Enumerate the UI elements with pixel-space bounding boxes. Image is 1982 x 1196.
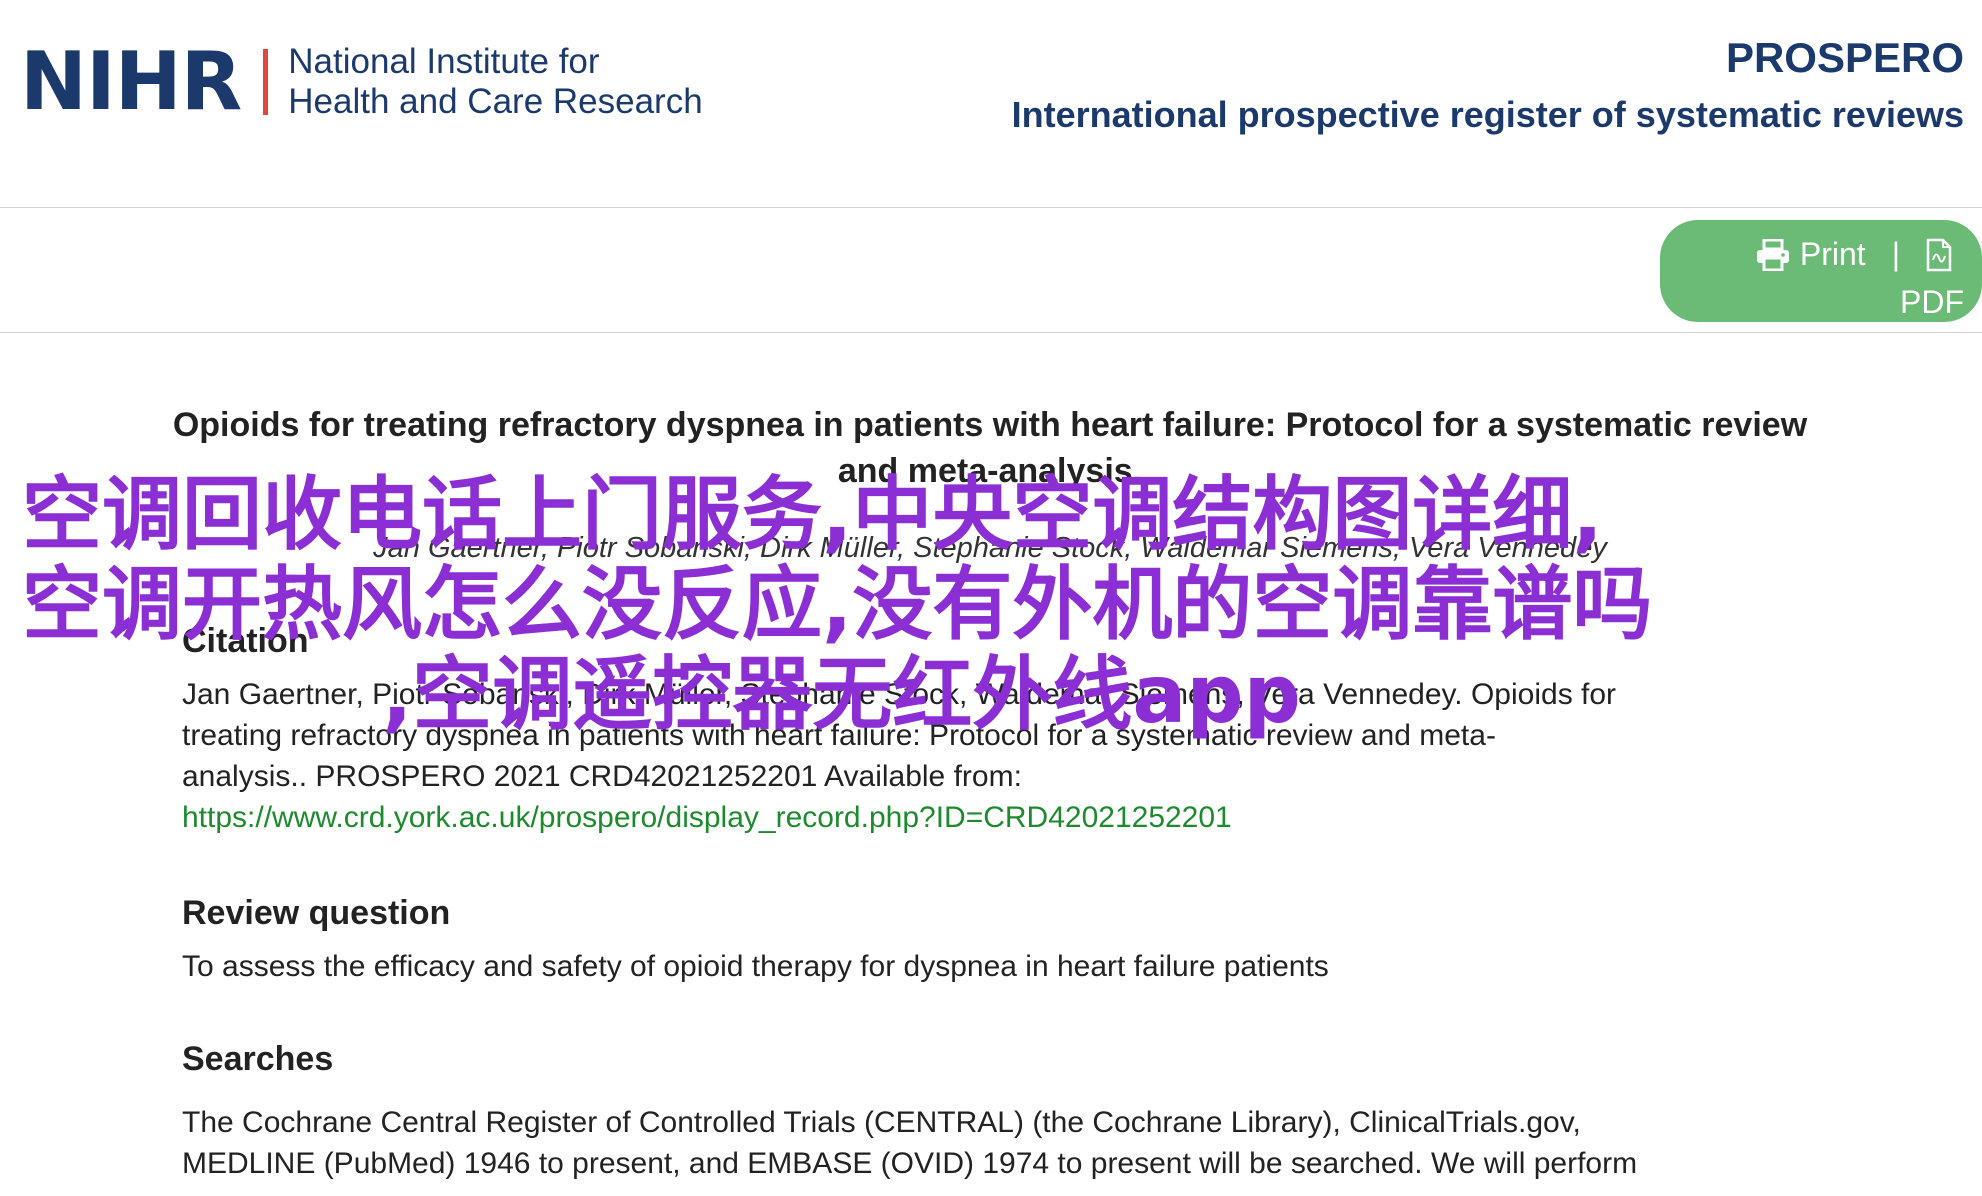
- pdf-file-icon[interactable]: [1926, 238, 1952, 272]
- searches-heading: Searches: [182, 1040, 334, 1078]
- site-title[interactable]: PROSPERO: [1726, 34, 1964, 82]
- nihr-name-line-1: National Institute for: [288, 42, 600, 81]
- print-pdf-panel: Print | PDF: [1660, 220, 1982, 322]
- searches-line-2: MEDLINE (PubMed) 1946 to present, and EM…: [182, 1147, 1638, 1180]
- nihr-name-line-2: Health and Care Research: [288, 82, 703, 121]
- citation-link[interactable]: https://www.crd.york.ac.uk/prospero/disp…: [182, 801, 1232, 834]
- overlay-line-2: 空调开热风怎么没反应,没有外机的空调靠谱吗: [22, 558, 1653, 651]
- site-header: NIHR National Institute for Health and C…: [0, 0, 1982, 208]
- printer-icon: [1756, 238, 1789, 271]
- nihr-logo-divider: [263, 49, 269, 115]
- print-label: Print: [1799, 236, 1866, 272]
- toolbar-separator: |: [1891, 236, 1900, 272]
- searches-line-1: The Cochrane Central Register of Control…: [182, 1106, 1581, 1139]
- print-button[interactable]: Print: [1756, 236, 1866, 273]
- review-question-heading: Review question: [182, 894, 451, 932]
- page: NIHR National Institute for Health and C…: [0, 0, 1982, 1196]
- record-toolbar: Print | PDF: [0, 208, 1982, 333]
- overlay-caption: 空调回收电话上门服务,中央空调结构图详细, 空调开热风怎么没反应,没有外机的空调…: [22, 470, 1962, 740]
- nihr-logo[interactable]: NIHR National Institute for Health and C…: [20, 35, 703, 128]
- nihr-logo-mark: NIHR: [20, 35, 242, 128]
- pdf-link[interactable]: PDF: [1900, 284, 1964, 321]
- review-question-line: To assess the efficacy and safety of opi…: [182, 950, 1329, 983]
- nihr-logo-name: National Institute for Health and Care R…: [288, 42, 702, 122]
- print-pdf-row: Print |: [1756, 236, 1952, 273]
- searches-text: The Cochrane Central Register of Control…: [182, 1102, 1822, 1184]
- review-question-text: To assess the efficacy and safety of opi…: [182, 946, 1822, 987]
- site-subtitle: International prospective register of sy…: [1011, 94, 1964, 135]
- citation-line-3: analysis.. PROSPERO 2021 CRD42021252201 …: [182, 760, 1022, 793]
- overlay-line-1: 空调回收电话上门服务,中央空调结构图详细,: [22, 468, 1603, 561]
- overlay-line-3: ,空调遥控器无红外线app: [382, 648, 1301, 741]
